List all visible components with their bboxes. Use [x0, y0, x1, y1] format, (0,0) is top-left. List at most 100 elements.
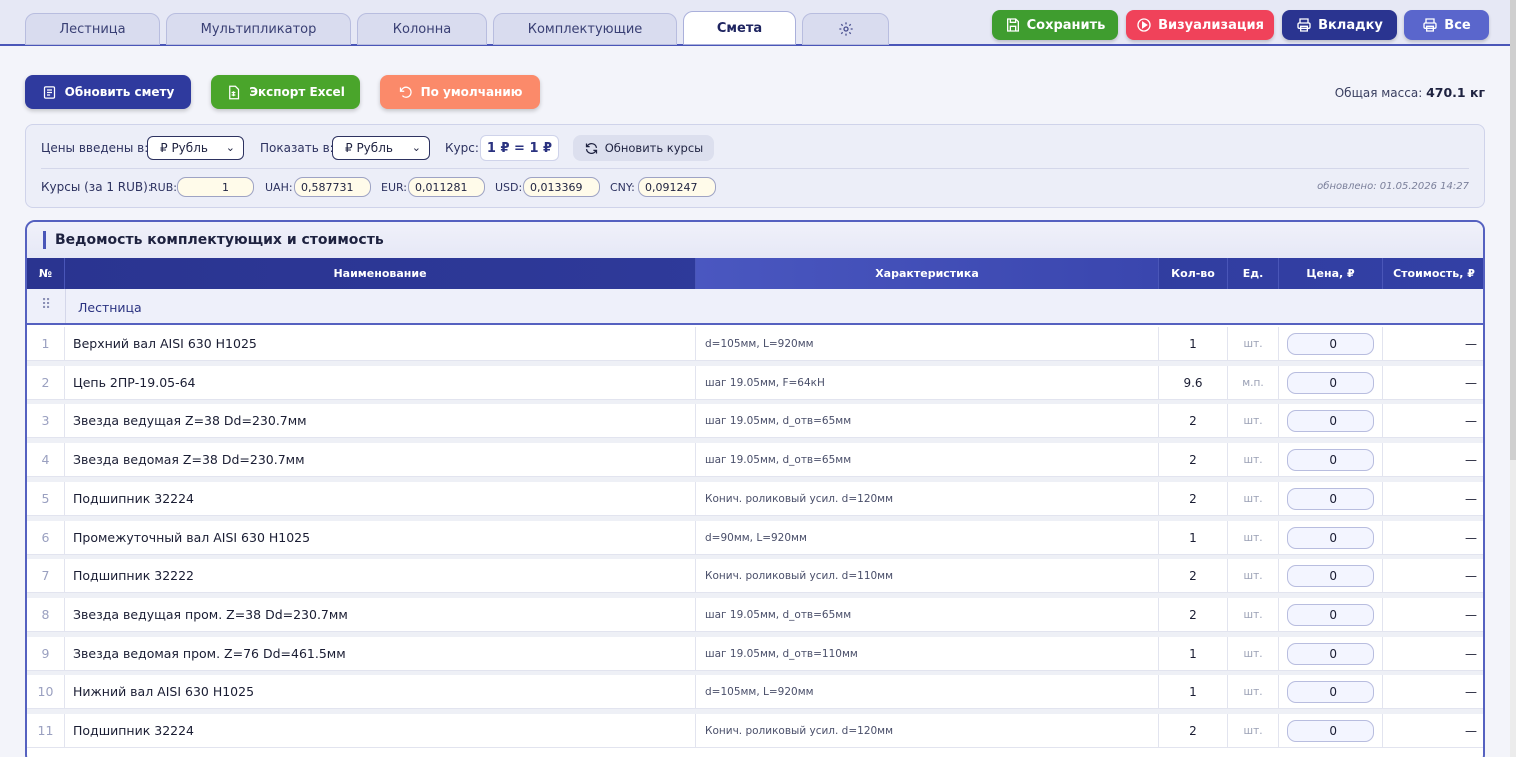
row-price-cell: 0 — [1279, 559, 1383, 593]
drag-handle-icon[interactable]: ⠿ — [41, 297, 51, 313]
title-accent-bar — [43, 231, 46, 249]
prices-entered-value: ₽ Рубль — [160, 141, 208, 155]
top-tab-bar: Лестница Мультипликатор Колонна Комплект… — [0, 0, 1510, 46]
row-price-cell: 0 — [1279, 714, 1383, 748]
rate-code-usd: USD: — [495, 181, 523, 194]
row-qty: 2 — [1159, 714, 1228, 748]
row-cost: — — [1383, 521, 1483, 555]
row-cost: — — [1383, 482, 1483, 516]
tab-ladder[interactable]: Лестница — [25, 13, 160, 45]
row-number: 5 — [27, 482, 65, 516]
page-scrollbar[interactable] — [1510, 0, 1516, 757]
refresh-rates-button[interactable]: Обновить курсы — [573, 135, 714, 161]
visualize-button[interactable]: Визуализация — [1126, 10, 1274, 40]
price-input[interactable]: 0 — [1287, 526, 1374, 549]
row-number: 6 — [27, 521, 65, 555]
table-row: 5 Подшипник 32224 Конич. роликовый усил. d… — [27, 482, 1483, 516]
row-name: Подшипник 32222 — [65, 559, 696, 593]
row-characteristic: d=90мм, L=920мм — [696, 521, 1159, 555]
row-qty: 2 — [1159, 443, 1228, 477]
row-number: 3 — [27, 404, 65, 438]
tab-settings[interactable] — [802, 13, 889, 45]
row-number: 10 — [27, 675, 65, 709]
row-cost: — — [1383, 327, 1483, 361]
row-qty: 1 — [1159, 327, 1228, 361]
tab-label: Колонна — [392, 21, 452, 37]
rate-input-rub[interactable]: 1 — [177, 177, 254, 197]
row-qty: 9.6 — [1159, 366, 1228, 400]
price-input[interactable]: 0 — [1287, 371, 1374, 394]
price-input[interactable]: 0 — [1287, 564, 1374, 587]
table-row: 8 Звезда ведущая пром. Z=38 Dd=230.7мм шаг… — [27, 598, 1483, 632]
row-name: Цепь 2ПР-19.05-64 — [65, 366, 696, 400]
print-all-label: Все — [1444, 17, 1471, 33]
tab-estimate[interactable]: Смета — [683, 11, 796, 45]
table-header: № Наименование Характеристика Кол-во Ед.… — [27, 258, 1483, 289]
save-button[interactable]: Сохранить — [992, 10, 1118, 40]
divider — [65, 289, 66, 323]
row-name: Подшипник 32224 — [65, 714, 696, 748]
row-number: 9 — [27, 637, 65, 671]
table-row: 11 Подшипник 32224 Конич. роликовый усил. … — [27, 714, 1483, 748]
row-cost: — — [1383, 714, 1483, 748]
row-unit: шт. — [1228, 327, 1279, 361]
print-tab-button[interactable]: Вкладку — [1282, 10, 1397, 40]
row-cost: — — [1383, 675, 1483, 709]
row-cost: — — [1383, 366, 1483, 400]
rates-label: Курсы (за 1 RUB): — [41, 180, 152, 194]
tab-components[interactable]: Комплектующие — [493, 13, 677, 45]
row-name: Нижний вал AISI 630 H1025 — [65, 675, 696, 709]
price-input[interactable]: 0 — [1287, 719, 1374, 742]
tab-label: Комплектующие — [527, 21, 643, 37]
price-input[interactable]: 0 — [1287, 332, 1374, 355]
price-input[interactable]: 0 — [1287, 448, 1374, 471]
row-number: 11 — [27, 714, 65, 748]
rates-updated-timestamp: обновлено: 01.05.2026 14:27 — [1317, 181, 1469, 192]
price-input[interactable]: 0 — [1287, 642, 1374, 665]
update-estimate-button[interactable]: Обновить смету — [25, 75, 191, 109]
row-name: Звезда ведущая пром. Z=38 Dd=230.7мм — [65, 598, 696, 632]
row-unit: шт. — [1228, 598, 1279, 632]
table-title-text: Ведомость комплектующих и стоимость — [55, 232, 384, 248]
rate-code-cny: CNY: — [610, 181, 635, 194]
print-all-button[interactable]: Все — [1404, 10, 1489, 40]
price-input[interactable]: 0 — [1287, 603, 1374, 626]
save-label: Сохранить — [1026, 17, 1106, 33]
header-cost: Стоимость, ₽ — [1393, 267, 1475, 280]
price-input[interactable]: 0 — [1287, 680, 1374, 703]
header-num: № — [27, 258, 65, 289]
row-cost: — — [1383, 637, 1483, 671]
tab-column[interactable]: Колонна — [357, 13, 487, 45]
reset-default-button[interactable]: По умолчанию — [380, 75, 540, 109]
export-excel-button[interactable]: Экспорт Excel — [211, 75, 360, 109]
row-unit: м.п. — [1228, 366, 1279, 400]
header-price: Цена, ₽ — [1279, 258, 1383, 289]
row-characteristic: шаг 19.05мм, d_отв=65мм — [696, 598, 1159, 632]
total-mass-label: Общая масса: — [1334, 86, 1423, 100]
tab-multiplier[interactable]: Мультипликатор — [166, 13, 351, 45]
prices-entered-select[interactable]: ₽ Рубль ⌄ — [147, 136, 244, 160]
row-characteristic: шаг 19.05мм, F=64кН — [696, 366, 1159, 400]
group-row: ⠿ Лестница — [27, 289, 1483, 325]
show-in-select[interactable]: ₽ Рубль ⌄ — [332, 136, 430, 160]
row-number: 7 — [27, 559, 65, 593]
rate-code-rub: RUB: — [150, 181, 177, 194]
printer-icon — [1423, 18, 1437, 32]
price-input[interactable]: 0 — [1287, 409, 1374, 432]
row-cost: — — [1383, 598, 1483, 632]
rate-input-eur[interactable]: 0,011281 — [408, 177, 485, 197]
scrollbar-thumb[interactable] — [1510, 0, 1516, 460]
rate-input-usd[interactable]: 0,013369 — [523, 177, 600, 197]
reset-default-label: По умолчанию — [420, 85, 523, 99]
rate-value: 1 ₽ = 1 ₽ — [480, 135, 559, 161]
row-unit: шт. — [1228, 404, 1279, 438]
price-input[interactable]: 0 — [1287, 487, 1374, 510]
row-price-cell: 0 — [1279, 482, 1383, 516]
rate-input-uah[interactable]: 0,587731 — [294, 177, 371, 197]
rate-input-cny[interactable]: 0,091247 — [638, 177, 716, 197]
total-mass-value: 470.1 кг — [1426, 85, 1485, 100]
row-cost: — — [1383, 559, 1483, 593]
row-name: Звезда ведущая Z=38 Dd=230.7мм — [65, 404, 696, 438]
row-characteristic: Конич. роликовый усил. d=120мм — [696, 482, 1159, 516]
tab-label: Смета — [716, 20, 763, 36]
